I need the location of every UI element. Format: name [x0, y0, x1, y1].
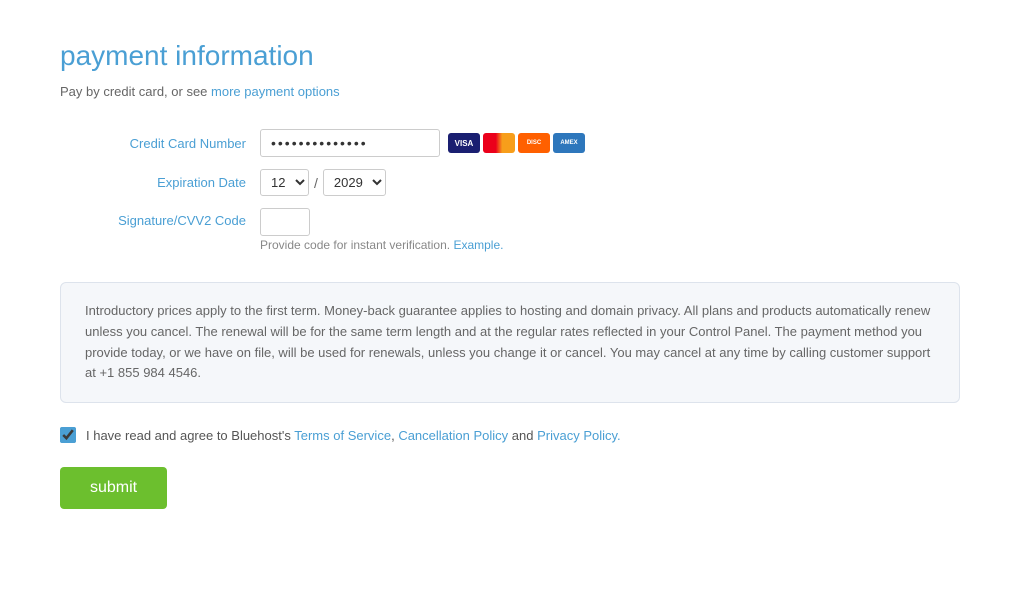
more-payment-options-link[interactable]: more payment options — [211, 84, 340, 99]
cvv-row: Signature/CVV2 Code Provide code for ins… — [60, 208, 964, 252]
expiration-label: Expiration Date — [60, 175, 260, 190]
amex-icon: AMEX — [553, 133, 585, 153]
discover-icon: DISC — [518, 133, 550, 153]
page-title: payment information — [60, 40, 964, 72]
date-separator: / — [314, 175, 318, 191]
credit-card-label: Credit Card Number — [60, 136, 260, 151]
cancellation-link[interactable]: Cancellation Policy — [398, 428, 508, 443]
notice-text: Introductory prices apply to the first t… — [85, 303, 930, 380]
expiration-row: Expiration Date 01 02 03 04 05 06 07 08 … — [60, 169, 964, 196]
agreement-checkbox[interactable] — [60, 427, 76, 443]
exp-month-select[interactable]: 01 02 03 04 05 06 07 08 09 10 11 12 — [260, 169, 309, 196]
cvv-field-group: Provide code for instant verification. E… — [260, 208, 503, 252]
tos-link[interactable]: Terms of Service — [294, 428, 391, 443]
notice-box: Introductory prices apply to the first t… — [60, 282, 960, 403]
agreement-row: I have read and agree to Bluehost's Term… — [60, 427, 964, 443]
subtitle: Pay by credit card, or see more payment … — [60, 84, 964, 99]
credit-card-field: VISA DISC AMEX — [260, 129, 585, 157]
cvv-input[interactable] — [260, 208, 310, 236]
subtitle-text: Pay by credit card, or see — [60, 84, 207, 99]
cvv-help-text: Provide code for instant verification. E… — [260, 238, 503, 252]
privacy-link[interactable]: Privacy Policy. — [537, 428, 621, 443]
card-icons: VISA DISC AMEX — [448, 133, 585, 153]
cvv-label: Signature/CVV2 Code — [60, 208, 260, 228]
cvv-example-link[interactable]: Example. — [453, 238, 503, 252]
exp-year-select[interactable]: 2024 2025 2026 2027 2028 2029 2030 2031 … — [323, 169, 386, 196]
submit-button[interactable]: submit — [60, 467, 167, 509]
agreement-text: I have read and agree to Bluehost's Term… — [86, 428, 621, 443]
payment-form: Credit Card Number VISA DISC AMEX Expira… — [60, 129, 964, 252]
credit-card-input[interactable] — [260, 129, 440, 157]
credit-card-row: Credit Card Number VISA DISC AMEX — [60, 129, 964, 157]
mastercard-icon — [483, 133, 515, 153]
expiry-field: 01 02 03 04 05 06 07 08 09 10 11 12 / 20… — [260, 169, 386, 196]
visa-icon: VISA — [448, 133, 480, 153]
